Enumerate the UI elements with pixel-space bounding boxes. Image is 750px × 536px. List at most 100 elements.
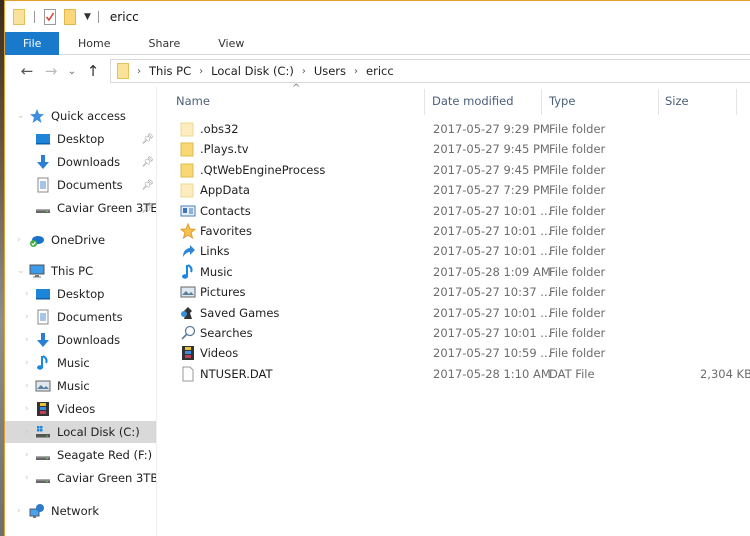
nav-item-network[interactable]: › Network	[5, 500, 156, 522]
tab-share[interactable]: Share	[129, 32, 199, 55]
favorites-star-icon	[180, 223, 196, 239]
nav-item-music[interactable]: › Music	[5, 352, 156, 374]
pin-icon[interactable]: 📌︎	[141, 157, 154, 168]
nav-item-documents[interactable]: › Documents	[5, 306, 156, 328]
column-divider[interactable]	[541, 89, 542, 115]
breadcrumb-users[interactable]: Users	[314, 64, 346, 78]
nav-item-caviar-green-g[interactable]: › Caviar Green 3TB (G	[5, 467, 156, 489]
chevron-right-icon[interactable]: ›	[17, 506, 21, 516]
file-row[interactable]: Pictures 2017-05-27 10:37 ... File folder	[162, 282, 750, 302]
links-arrow-icon	[183, 245, 195, 258]
network-icon	[29, 504, 44, 518]
file-name: Pictures	[200, 285, 246, 300]
chevron-right-icon[interactable]: ›	[25, 404, 29, 414]
nav-item-videos[interactable]: › Videos	[5, 398, 156, 420]
file-row[interactable]: NTUSER.DAT 2017-05-28 1:10 AM DAT File 2,30…	[162, 364, 750, 384]
nav-item-seagate-red-f[interactable]: › Seagate Red (F:)	[5, 444, 156, 466]
up-arrow-icon[interactable]: ↑	[81, 62, 105, 80]
chevron-down-icon[interactable]: ⌄	[17, 266, 25, 276]
file-type: File folder	[549, 183, 606, 198]
file-row[interactable]: Saved Games 2017-05-27 10:01 ... File fold…	[162, 303, 750, 323]
file-type: File folder	[549, 122, 606, 136]
breadcrumb-ericc[interactable]: ericc	[366, 64, 394, 78]
file-row[interactable]: Searches 2017-05-27 10:01 ... File folder	[162, 323, 750, 343]
folder-icon	[180, 163, 194, 178]
file-type: File folder	[549, 224, 606, 238]
file-icon	[182, 366, 194, 382]
file-row[interactable]: Videos 2017-05-27 10:59 ... File folder	[162, 343, 750, 363]
nav-item-local-disk-c[interactable]: › Local Disk (C:)	[5, 421, 156, 443]
navigation-pane: ⌄ Quick access Desktop 📌︎ Downloads 📌︎ D…	[5, 87, 157, 536]
new-folder-icon[interactable]	[64, 8, 76, 25]
file-row[interactable]: AppData 2017-05-27 7:29 PM File folder	[162, 180, 750, 200]
windows-drive-icon	[36, 426, 50, 438]
nav-item-quick-access[interactable]: ⌄ Quick access	[5, 105, 156, 127]
tab-home[interactable]: Home	[59, 32, 129, 55]
back-arrow-icon[interactable]: ←	[15, 62, 39, 80]
chevron-right-icon[interactable]: ›	[25, 381, 29, 391]
customize-dropdown-icon[interactable]: ▼	[84, 12, 91, 22]
chevron-right-icon[interactable]: ›	[25, 335, 29, 345]
quick-access-star-icon	[30, 109, 44, 123]
chevron-right-icon[interactable]: ›	[25, 289, 29, 299]
pin-icon[interactable]: 📌︎	[141, 134, 154, 145]
column-header-date-modified[interactable]: Date modified	[432, 87, 514, 115]
column-header-name[interactable]: Name	[176, 87, 210, 115]
drive-icon	[36, 479, 50, 483]
file-type: File folder	[549, 264, 606, 279]
folder-icon[interactable]	[13, 8, 25, 25]
file-row[interactable]: Links 2017-05-27 10:01 ... File folder	[162, 241, 750, 261]
forward-arrow-icon[interactable]: →	[39, 62, 63, 80]
breadcrumb-separator-icon: ›	[137, 65, 141, 77]
nav-item-desktop[interactable]: › Desktop	[5, 283, 156, 305]
file-size: 2,304 KB	[699, 366, 750, 381]
chevron-right-icon[interactable]: ›	[25, 473, 29, 483]
chevron-right-icon[interactable]: ›	[25, 427, 29, 437]
desktop-icon	[36, 289, 50, 300]
file-row[interactable]: Contacts 2017-05-27 10:01 ... File folder	[162, 201, 750, 221]
column-divider[interactable]	[736, 89, 737, 115]
videos-icon	[182, 346, 194, 361]
file-type: File folder	[549, 285, 606, 300]
breadcrumb-local-disk[interactable]: Local Disk (C:)	[211, 64, 294, 78]
nav-item-downloads[interactable]: › Downloads	[5, 329, 156, 351]
file-list: ^ Name Date modified Type Size .obs32 201…	[162, 83, 750, 536]
column-header-type[interactable]: Type	[549, 87, 575, 115]
nav-item-documents-quick[interactable]: Documents 📌︎	[5, 174, 156, 196]
title-bar: ▼ ericc	[5, 1, 750, 32]
column-divider[interactable]	[424, 89, 425, 115]
nav-item-this-pc[interactable]: ⌄ This PC	[5, 260, 156, 282]
drive-icon	[36, 456, 50, 460]
properties-check-icon[interactable]	[44, 8, 56, 25]
column-header-size[interactable]: Size	[665, 87, 689, 115]
drive-icon	[36, 209, 50, 213]
toolbar-separator	[34, 10, 35, 23]
tab-view[interactable]: View	[199, 32, 263, 55]
chevron-right-icon[interactable]: ›	[25, 312, 29, 322]
nav-item-downloads-quick[interactable]: Downloads 📌︎	[5, 151, 156, 173]
recent-locations-chevron-icon[interactable]: ⌄	[63, 66, 81, 77]
file-row[interactable]: Favorites 2017-05-27 10:01 ... File folder	[162, 221, 750, 241]
breadcrumb-this-pc[interactable]: This PC	[149, 64, 191, 78]
nav-item-desktop-quick[interactable]: Desktop 📌︎	[5, 128, 156, 150]
chevron-right-icon[interactable]: ›	[25, 358, 29, 368]
downloads-icon	[37, 333, 49, 347]
breadcrumb-separator-icon: ›	[199, 65, 204, 77]
file-row[interactable]: .QtWebEngineProcess 2017-05-27 9:45 PM Fil…	[162, 160, 750, 180]
nav-item-onedrive[interactable]: › OneDrive	[5, 229, 156, 251]
chevron-down-icon[interactable]: ⌄	[17, 111, 25, 121]
column-divider[interactable]	[658, 89, 659, 115]
file-row[interactable]: .Plays.tv 2017-05-27 9:45 PM File folder	[162, 139, 750, 159]
pin-icon[interactable]: 📌︎	[141, 180, 154, 191]
tab-file[interactable]: File	[5, 32, 59, 55]
address-bar[interactable]: › This PC › Local Disk (C:) › Users › er…	[110, 59, 750, 83]
file-type: File folder	[549, 142, 606, 157]
music-icon	[37, 355, 48, 370]
file-row[interactable]: Music 2017-05-28 1:09 AM File folder	[162, 262, 750, 282]
chevron-right-icon[interactable]: ›	[17, 235, 21, 245]
pin-icon[interactable]: 📌︎	[141, 203, 154, 214]
file-row[interactable]: .obs32 2017-05-27 9:29 PM File folder	[162, 119, 750, 139]
chevron-right-icon[interactable]: ›	[25, 450, 29, 460]
nav-item-caviar-green-quick[interactable]: Caviar Green 3TE 📌︎	[5, 197, 156, 219]
nav-item-pictures[interactable]: › Music	[5, 375, 156, 397]
